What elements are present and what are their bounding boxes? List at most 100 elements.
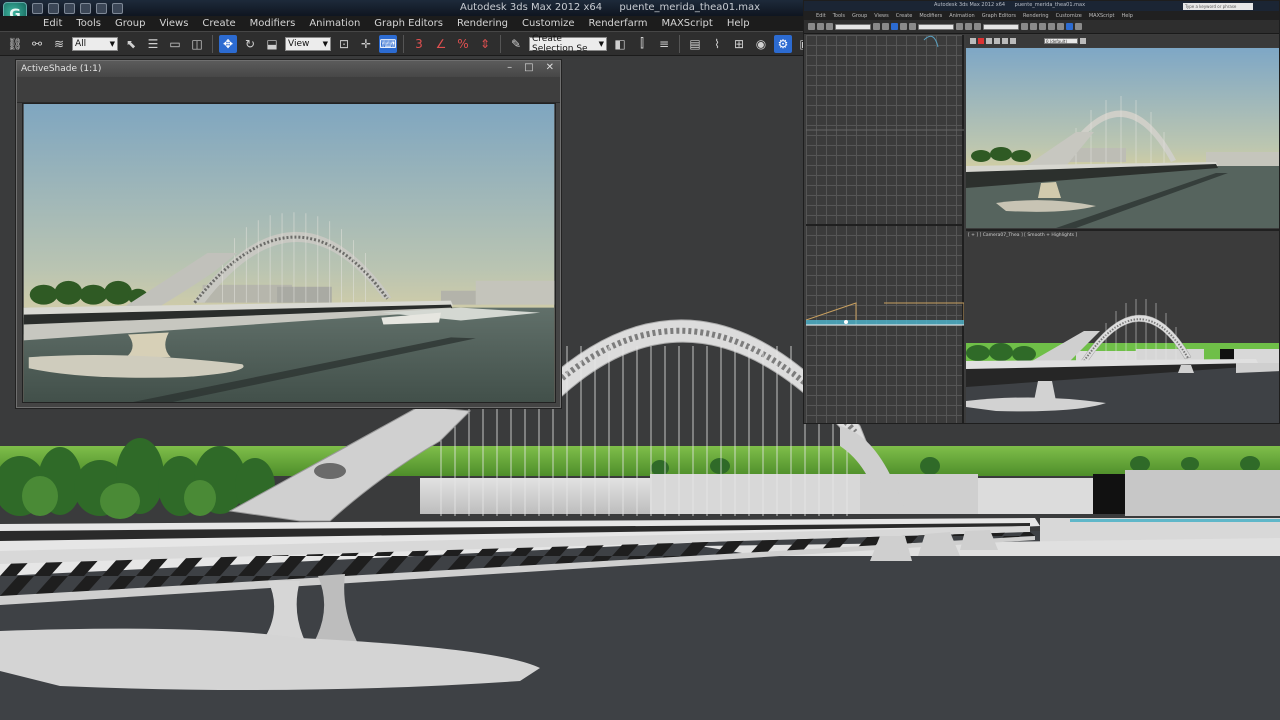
menu-rendering[interactable]: Rendering <box>450 18 515 29</box>
minimize-button[interactable]: – <box>507 62 512 73</box>
separator <box>403 34 404 53</box>
menu-views[interactable]: Views <box>152 18 195 29</box>
mono-icon[interactable] <box>1010 38 1016 44</box>
move-icon[interactable] <box>891 23 898 30</box>
mirror-icon[interactable]: ◧ <box>611 35 629 53</box>
select-icon[interactable] <box>873 23 880 30</box>
secondary-filter-dropdown[interactable] <box>835 23 871 30</box>
scale-icon[interactable] <box>909 23 916 30</box>
unlink-icon[interactable]: ⚯ <box>28 35 46 53</box>
menu-edit[interactable]: Edit <box>36 18 69 29</box>
layer-dropdown[interactable]: 0 (default) <box>1044 38 1078 44</box>
activeshade-window[interactable]: ActiveShade (1:1) – □ ✕ <box>16 60 561 408</box>
help-search-input[interactable]: Type a keyword or phrase <box>1183 3 1253 10</box>
secondary-menu-views[interactable]: Views <box>874 13 888 19</box>
curve-editor-icon[interactable] <box>1048 23 1055 30</box>
secondary-3dsmax-window[interactable]: Autodesk 3ds Max 2012 x64 puente_merida_… <box>803 0 1280 424</box>
menu-maxscript[interactable]: MAXScript <box>654 18 719 29</box>
open-icon[interactable] <box>48 2 59 14</box>
select-object-icon[interactable]: ⬉ <box>122 35 140 53</box>
select-and-link-icon[interactable]: ⛓ <box>6 35 24 53</box>
menu-graph-editors[interactable]: Graph Editors <box>367 18 450 29</box>
camera-viewport[interactable]: [ + ] [ Camera07_Thea ] [ Smooth + Highl… <box>966 229 1279 423</box>
percent-snap-icon[interactable]: % <box>454 35 472 53</box>
select-by-name-icon[interactable] <box>882 23 889 30</box>
align-icon[interactable] <box>1030 23 1037 30</box>
secondary-menu-graph-editors[interactable]: Graph Editors <box>982 13 1016 19</box>
menu-help[interactable]: Help <box>720 18 757 29</box>
secondary-named-selection-dropdown[interactable] <box>983 23 1019 30</box>
keyboard-shortcut-override-icon[interactable]: ⌨ <box>379 34 397 53</box>
select-and-scale-icon[interactable]: ⬓ <box>263 35 281 53</box>
bind-space-warp-icon[interactable]: ≋ <box>50 35 68 53</box>
render-setup-icon[interactable] <box>1066 23 1073 30</box>
green-channel-icon[interactable] <box>986 38 992 44</box>
angle-snap-icon[interactable]: ∠ <box>432 35 450 53</box>
secondary-coord-dropdown[interactable] <box>918 23 954 30</box>
edit-named-selection-icon[interactable]: ✎ <box>507 35 525 53</box>
secondary-menu-rendering[interactable]: Rendering <box>1023 13 1049 19</box>
link-icon[interactable] <box>808 23 815 30</box>
viewport-label[interactable]: [ + ] [ Camera07_Thea ] [ Smooth + Highl… <box>968 233 1077 238</box>
snap-icon[interactable] <box>956 23 963 30</box>
project-folder-icon[interactable] <box>112 2 123 14</box>
material-editor-icon[interactable] <box>1057 23 1064 30</box>
select-and-move-icon[interactable]: ✥ <box>219 34 237 53</box>
secondary-menu-animation[interactable]: Animation <box>949 13 975 19</box>
color-swatch-icon[interactable] <box>1080 38 1086 44</box>
menu-create[interactable]: Create <box>195 18 242 29</box>
secondary-menu-tools[interactable]: Tools <box>833 13 845 19</box>
render-setup-icon[interactable]: ⚙ <box>774 34 792 53</box>
save-image-icon[interactable] <box>970 38 976 44</box>
unlink-icon[interactable] <box>817 23 824 30</box>
angle-snap-icon[interactable] <box>965 23 972 30</box>
secondary-menu-help[interactable]: Help <box>1122 13 1133 19</box>
align-icon[interactable]: ⫿ <box>633 35 651 53</box>
rotate-icon[interactable] <box>900 23 907 30</box>
menu-customize[interactable]: Customize <box>515 18 582 29</box>
menu-modifiers[interactable]: Modifiers <box>243 18 303 29</box>
schematic-view-icon[interactable]: ⊞ <box>730 35 748 53</box>
menu-renderfarm[interactable]: Renderfarm <box>582 18 655 29</box>
named-selection-sets-dropdown[interactable]: Create Selection Se ▼ <box>529 34 607 54</box>
menu-animation[interactable]: Animation <box>302 18 367 29</box>
layer-icon[interactable] <box>1039 23 1046 30</box>
render-icon[interactable] <box>1075 23 1082 30</box>
select-and-rotate-icon[interactable]: ↻ <box>241 35 259 53</box>
curve-editor-icon[interactable]: ⌇ <box>708 35 726 53</box>
undo-icon[interactable] <box>80 2 91 14</box>
secondary-menu-group[interactable]: Group <box>852 13 867 19</box>
secondary-menu-maxscript[interactable]: MAXScript <box>1089 13 1115 19</box>
select-and-manipulate-icon[interactable]: ✛ <box>357 35 375 53</box>
snaps-toggle-icon[interactable]: 3 <box>410 35 428 53</box>
rectangular-selection-icon[interactable]: ▭ <box>166 35 184 53</box>
new-icon[interactable] <box>32 2 43 14</box>
secondary-menu-modifiers[interactable]: Modifiers <box>919 13 942 19</box>
redo-icon[interactable] <box>96 2 107 14</box>
menu-tools[interactable]: Tools <box>69 18 108 29</box>
alpha-channel-icon[interactable] <box>1002 38 1008 44</box>
blue-channel-icon[interactable] <box>994 38 1000 44</box>
orthographic-viewports[interactable] <box>805 35 965 423</box>
secondary-menu-create[interactable]: Create <box>896 13 913 19</box>
percent-snap-icon[interactable] <box>974 23 981 30</box>
selection-filter-dropdown[interactable]: All ▼ <box>72 36 118 51</box>
menu-group[interactable]: Group <box>108 18 152 29</box>
save-icon[interactable] <box>64 2 75 14</box>
secondary-menu-edit[interactable]: Edit <box>816 13 826 19</box>
select-by-name-icon[interactable]: ☰ <box>144 35 162 53</box>
mirror-icon[interactable] <box>1021 23 1028 30</box>
layer-manager-icon[interactable]: ≡ <box>655 35 673 53</box>
pivot-center-icon[interactable]: ⊡ <box>335 35 353 53</box>
window-crossing-icon[interactable]: ◫ <box>188 35 206 53</box>
material-editor-icon[interactable]: ◉ <box>752 35 770 53</box>
close-button[interactable]: ✕ <box>546 62 554 73</box>
red-channel-icon[interactable] <box>978 38 984 44</box>
spinner-snap-icon[interactable]: ⇕ <box>476 35 494 53</box>
bind-icon[interactable] <box>826 23 833 30</box>
maximize-button[interactable]: □ <box>524 62 533 73</box>
reference-coordinate-dropdown[interactable]: View ▼ <box>285 36 331 51</box>
graphite-modeling-tools-icon[interactable]: ▤ <box>686 35 704 53</box>
secondary-menu-customize[interactable]: Customize <box>1056 13 1082 19</box>
activeshade-title-bar[interactable]: ActiveShade (1:1) – □ ✕ <box>17 61 560 77</box>
